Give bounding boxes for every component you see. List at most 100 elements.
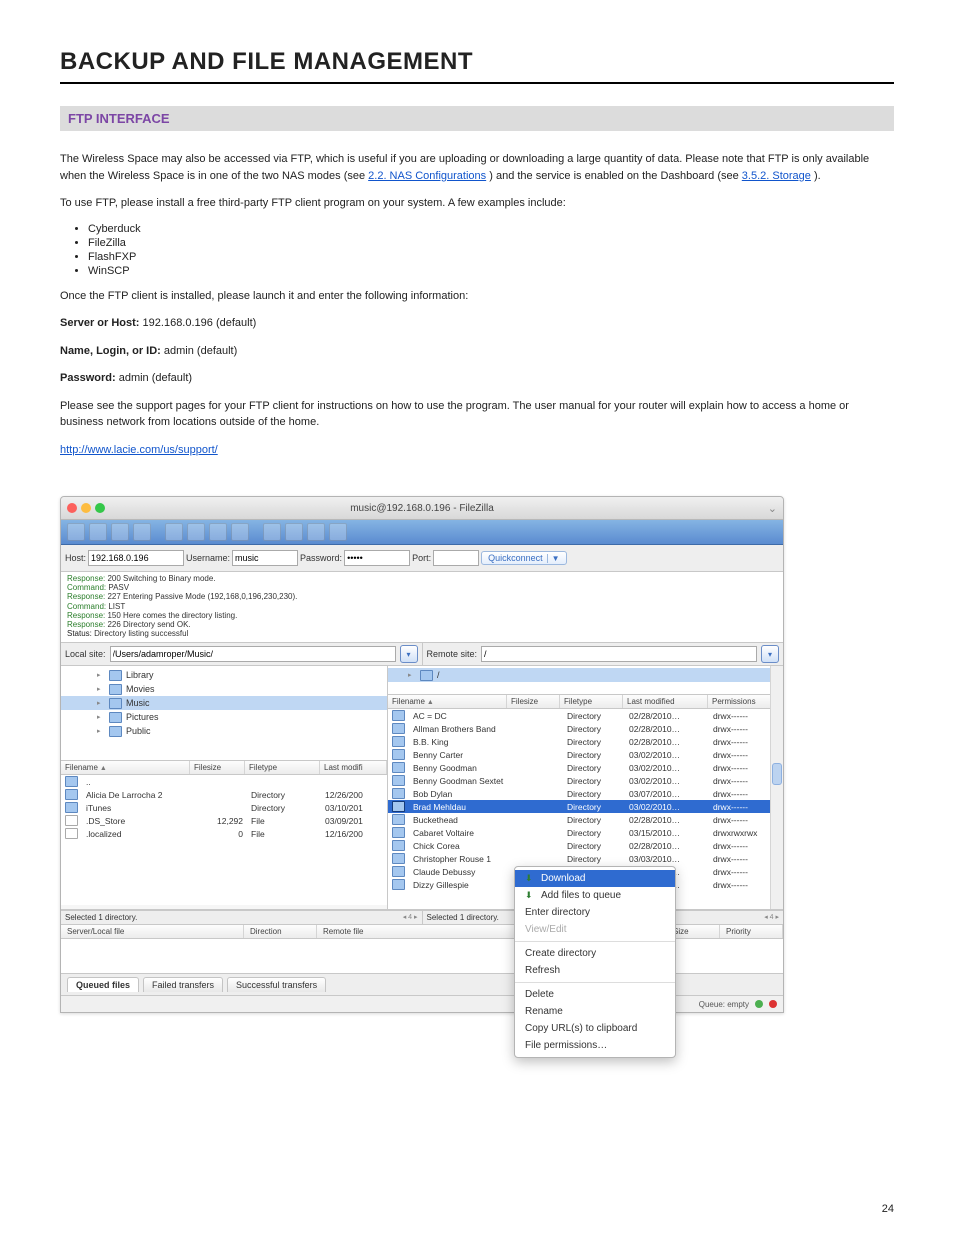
col-filesize[interactable]: Filesize xyxy=(507,695,560,708)
disconnect-icon[interactable] xyxy=(263,523,281,541)
scrollbar[interactable] xyxy=(770,709,783,909)
th-direction[interactable]: Direction xyxy=(244,925,317,938)
filezilla-window: music@192.168.0.196 - FileZilla ⌄ Host: … xyxy=(60,496,784,1013)
toggle-remote-tree-icon[interactable] xyxy=(133,523,151,541)
col-filetype[interactable]: Filetype xyxy=(245,761,320,774)
sync-browse-icon[interactable] xyxy=(187,523,205,541)
ctx-download[interactable]: Download xyxy=(515,870,675,887)
list-item[interactable]: Bob DylanDirectory03/07/2010…drwx------ xyxy=(388,787,783,800)
tree-row[interactable]: ▸Library xyxy=(61,668,387,682)
list-item[interactable]: .localized0File12/16/200 xyxy=(61,827,387,840)
folder-icon xyxy=(392,853,405,864)
th-priority[interactable]: Priority xyxy=(720,925,783,938)
link-storage[interactable]: 3.5.2. Storage xyxy=(742,170,811,182)
stop-icon[interactable] xyxy=(285,523,303,541)
login-label: Name, Login, or ID: xyxy=(60,345,161,357)
list-item[interactable]: Allman Brothers BandDirectory02/28/2010…… xyxy=(388,722,783,735)
th-server-local[interactable]: Server/Local file xyxy=(61,925,244,938)
list-item[interactable]: Christopher Rouse 1Directory03/03/2010…d… xyxy=(388,852,783,865)
ctx-delete[interactable]: Delete xyxy=(515,986,675,1003)
scroll-thumb[interactable] xyxy=(772,763,782,785)
username-label: Username: xyxy=(186,553,230,563)
toggle-log-icon[interactable] xyxy=(89,523,107,541)
ctx-add-to-queue[interactable]: Add files to queue xyxy=(515,887,675,904)
chevron-down-icon[interactable]: ▼ xyxy=(547,554,560,563)
titlebar[interactable]: music@192.168.0.196 - FileZilla ⌄ xyxy=(61,497,783,520)
refresh-icon[interactable] xyxy=(165,523,183,541)
ctx-copy-url[interactable]: Copy URL(s) to clipboard xyxy=(515,1020,675,1037)
remote-status: Selected 1 directory. xyxy=(427,913,499,922)
quickconnect-button[interactable]: Quickconnect ▼ xyxy=(481,551,566,565)
list-item[interactable]: B.B. KingDirectory02/28/2010…drwx------ xyxy=(388,735,783,748)
remote-tree[interactable]: ▸/ xyxy=(388,666,783,695)
username-input[interactable] xyxy=(232,550,298,566)
list-item[interactable]: .DS_Store12,292File03/09/201 xyxy=(61,814,387,827)
tree-row[interactable]: ▸Movies xyxy=(61,682,387,696)
folder-icon xyxy=(392,775,405,786)
title-rule xyxy=(60,82,894,84)
tab-failed[interactable]: Failed transfers xyxy=(143,977,223,992)
filter-icon[interactable] xyxy=(231,523,249,541)
tab-queued[interactable]: Queued files xyxy=(67,977,139,992)
window-title: music@192.168.0.196 - FileZilla xyxy=(61,503,783,514)
link-nas-config[interactable]: 2.2. NAS Configurations xyxy=(368,170,486,182)
list-item[interactable]: Brad MehldauDirectory03/02/2010…drwx----… xyxy=(388,800,783,813)
local-site-input[interactable] xyxy=(110,646,396,662)
tab-successful[interactable]: Successful transfers xyxy=(227,977,326,992)
folder-icon xyxy=(109,726,122,737)
list-item[interactable]: Alicia De Larrocha 2Directory12/26/200 xyxy=(61,788,387,801)
folder-icon xyxy=(65,776,78,787)
queue-icon[interactable] xyxy=(329,523,347,541)
list-item[interactable]: Benny CarterDirectory03/02/2010…drwx----… xyxy=(388,748,783,761)
local-tree[interactable]: ▸Library▸Movies▸Music▸Pictures▸Public xyxy=(61,666,387,761)
list-item[interactable]: iTunesDirectory03/10/201 xyxy=(61,801,387,814)
site-manager-icon[interactable] xyxy=(67,523,85,541)
col-filesize[interactable]: Filesize xyxy=(190,761,245,774)
reconnect-icon[interactable] xyxy=(307,523,325,541)
server-value: 192.168.0.196 (default) xyxy=(143,317,257,329)
col-lastmod[interactable]: Last modifi xyxy=(320,761,387,774)
list-item[interactable]: BucketheadDirectory02/28/2010…drwx------ xyxy=(388,813,783,826)
list-item[interactable]: AC = DCDirectory02/28/2010…drwx------ xyxy=(388,709,783,722)
pager-icon[interactable]: ◂ 4 ▸ xyxy=(764,913,779,921)
tree-row[interactable]: ▸/ xyxy=(388,668,783,682)
file-icon xyxy=(65,828,78,839)
password-input[interactable] xyxy=(344,550,410,566)
local-list[interactable]: ..Alicia De Larrocha 2Directory12/26/200… xyxy=(61,775,387,905)
folder-icon xyxy=(392,788,405,799)
port-input[interactable] xyxy=(433,550,479,566)
local-site-dropdown-icon[interactable]: ▾ xyxy=(400,645,418,663)
col-filetype[interactable]: Filetype xyxy=(560,695,623,708)
tree-row[interactable]: ▸Pictures xyxy=(61,710,387,724)
message-log[interactable]: Response: 200 Switching to Binary mode.C… xyxy=(61,572,783,643)
list-item[interactable]: Benny GoodmanDirectory03/02/2010…drwx---… xyxy=(388,761,783,774)
toolbar xyxy=(61,520,783,545)
list-item[interactable]: Cabaret VoltaireDirectory03/15/2010…drwx… xyxy=(388,826,783,839)
list-item[interactable]: Benny Goodman SextetDirectory03/02/2010…… xyxy=(388,774,783,787)
pager-icon[interactable]: ◂ 4 ▸ xyxy=(403,913,418,921)
password-line: Password: admin (default) xyxy=(60,370,894,387)
remote-site-input[interactable] xyxy=(481,646,757,662)
tree-row[interactable]: ▸Public xyxy=(61,724,387,738)
intro-end: ). xyxy=(814,170,821,182)
host-input[interactable] xyxy=(88,550,184,566)
tree-row[interactable]: ▸Music xyxy=(61,696,387,710)
remote-site-dropdown-icon[interactable]: ▾ xyxy=(761,645,779,663)
toggle-local-tree-icon[interactable] xyxy=(111,523,129,541)
list-item[interactable]: Chick CoreaDirectory02/28/2010…drwx-----… xyxy=(388,839,783,852)
ctx-create-directory[interactable]: Create directory xyxy=(515,945,675,962)
col-lastmod[interactable]: Last modified xyxy=(623,695,708,708)
ctx-rename[interactable]: Rename xyxy=(515,1003,675,1020)
col-filename[interactable]: Filename xyxy=(61,761,190,774)
folder-icon xyxy=(109,684,122,695)
ctx-refresh[interactable]: Refresh xyxy=(515,962,675,979)
support-link[interactable]: http://www.lacie.com/us/support/ xyxy=(60,444,218,456)
col-filename[interactable]: Filename xyxy=(388,695,507,708)
compare-icon[interactable] xyxy=(209,523,227,541)
list-item[interactable]: .. xyxy=(61,775,387,788)
ctx-file-permissions[interactable]: File permissions… xyxy=(515,1037,675,1054)
queue-icon xyxy=(525,890,536,901)
folder-icon xyxy=(109,670,122,681)
ctx-enter-directory[interactable]: Enter directory xyxy=(515,904,675,921)
quickconnect-label: Quickconnect xyxy=(488,553,543,563)
